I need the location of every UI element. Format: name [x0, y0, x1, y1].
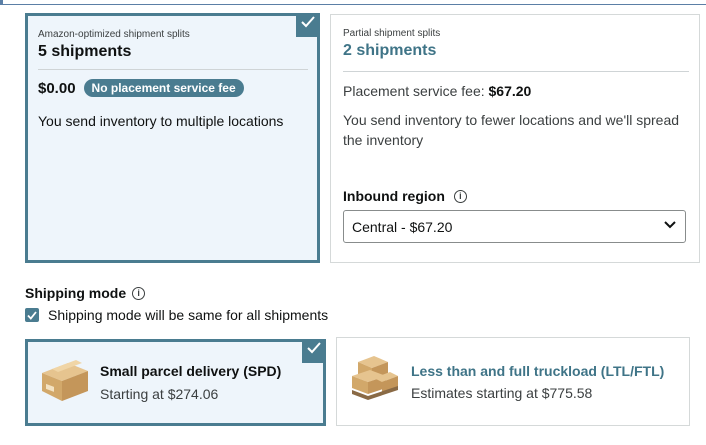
- card-subtitle: Amazon-optimized shipment splits: [38, 29, 190, 40]
- placement-fee-value: $67.20: [488, 83, 532, 99]
- split-description: You send inventory to multiple locations: [38, 113, 284, 129]
- spd-title: Small parcel delivery (SPD): [100, 363, 282, 379]
- same-mode-checkbox[interactable]: [25, 308, 39, 322]
- inbound-region-select[interactable]: Central - $67.20: [343, 210, 686, 243]
- inbound-region-text: Inbound region: [343, 188, 445, 204]
- shipping-mode-label: Shipping mode: [25, 285, 127, 301]
- ltl-ftl-mode-card[interactable]: Less than and full truckload (LTL/FTL) E…: [336, 337, 690, 426]
- section-top-rule: [0, 4, 706, 5]
- selected-check-icon: [296, 13, 320, 37]
- spd-mode-card[interactable]: Small parcel delivery (SPD) Starting at …: [25, 339, 326, 426]
- inbound-region-value: Central - $67.20: [352, 218, 453, 235]
- pallet-icon: [352, 356, 398, 400]
- card-divider: [343, 71, 689, 72]
- inbound-region-label: Inbound region i: [343, 188, 467, 204]
- placement-price: $0.00: [38, 79, 76, 97]
- info-icon[interactable]: i: [132, 286, 146, 300]
- amazon-optimized-split-card[interactable]: Amazon-optimized shipment splits 5 shipm…: [25, 13, 320, 263]
- card-divider: [38, 69, 308, 70]
- box-icon: [42, 360, 88, 401]
- spd-price: Starting at $274.06: [100, 386, 219, 402]
- card-subtitle: Partial shipment splits: [343, 28, 441, 39]
- same-mode-checkbox-label: Shipping mode will be same for all shipm…: [48, 307, 329, 323]
- placement-fee-line: Placement service fee: $67.20: [343, 83, 531, 99]
- selected-check-icon: [302, 339, 326, 363]
- same-mode-checkbox-row[interactable]: Shipping mode will be same for all shipm…: [25, 307, 328, 323]
- chevron-down-icon: [664, 221, 676, 229]
- split-description: You send inventory to fewer locations an…: [343, 112, 680, 148]
- price-row: $0.00 No placement service fee: [38, 79, 244, 97]
- shipment-count: 5 shipments: [38, 43, 132, 60]
- shipment-count: 2 shipments: [343, 42, 437, 59]
- placement-fee-label: Placement service fee:: [343, 83, 489, 99]
- ltl-ftl-title: Less than and full truckload (LTL/FTL): [411, 363, 665, 379]
- no-fee-badge: No placement service fee: [83, 79, 244, 97]
- partial-split-card[interactable]: Partial shipment splits 2 shipments Plac…: [330, 14, 700, 263]
- info-icon[interactable]: i: [453, 189, 467, 203]
- ltl-ftl-price: Estimates starting at $775.58: [411, 385, 593, 401]
- shipping-mode-heading: Shipping mode i: [25, 285, 146, 301]
